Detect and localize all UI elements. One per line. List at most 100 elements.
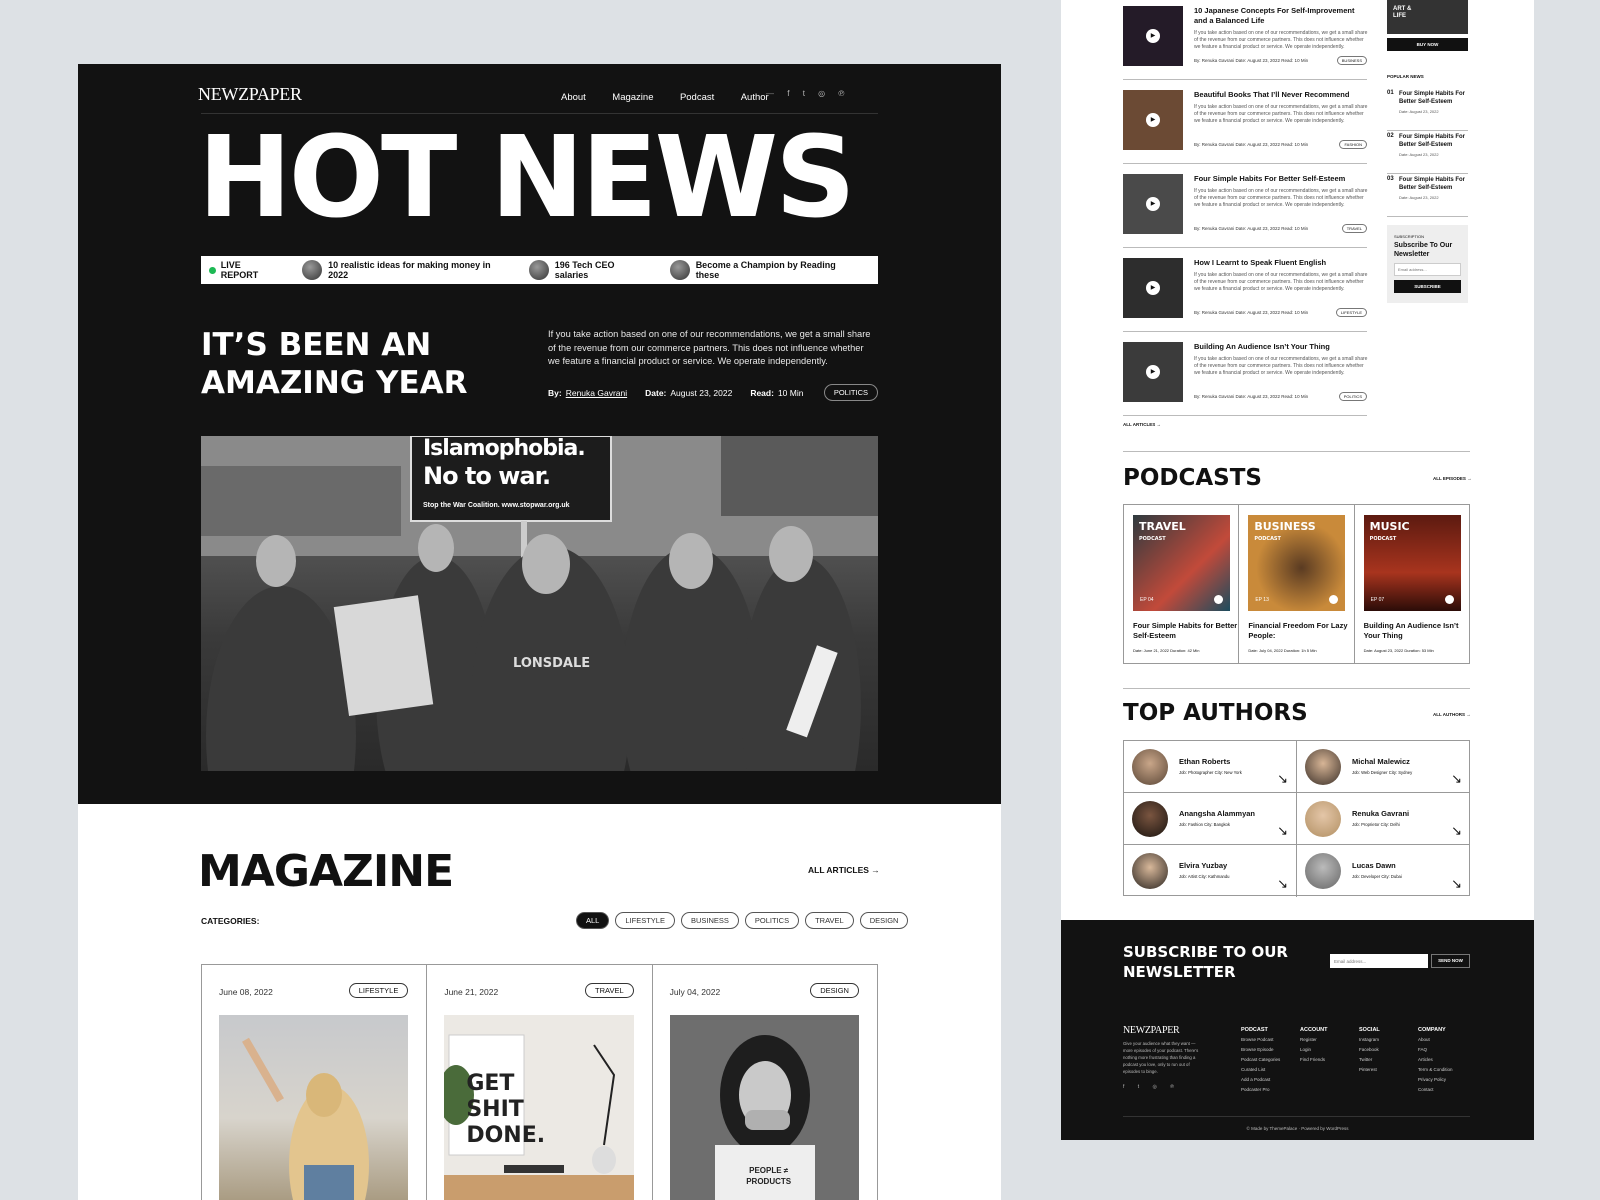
arrow-down-right-icon[interactable]: ↘ — [1451, 876, 1462, 892]
nav-podcast[interactable]: Podcast — [680, 92, 714, 103]
twitter-icon[interactable]: t — [803, 89, 805, 98]
popular-title[interactable]: Four Simple Habits For Better Self-Estee… — [1399, 90, 1469, 106]
ticker-item[interactable]: Become a Champion by Reading these — [669, 260, 854, 280]
article-tag[interactable]: LIFESTYLE — [1335, 308, 1367, 317]
footer-link[interactable]: Twitter — [1359, 1055, 1380, 1065]
subscribe-email-input[interactable] — [1394, 263, 1461, 276]
footer-logo[interactable]: NEWZPAPER — [1123, 1025, 1180, 1036]
footer-link[interactable]: Podcast Categories — [1241, 1055, 1280, 1065]
all-episodes-link[interactable]: ALL EPISODES → — [1433, 476, 1472, 481]
author-name[interactable]: Lucas Dawn — [1352, 861, 1396, 870]
author-card[interactable]: Anangsha Alammyan Job: Fashion City: Bang… — [1124, 793, 1297, 845]
popular-title[interactable]: Four Simple Habits For Better Self-Estee… — [1399, 176, 1469, 192]
author-card[interactable]: Michal Malewicz Job: Web Designer City: S… — [1297, 741, 1470, 793]
article-title[interactable]: Building An Audience Isn’t Your Thing — [1194, 342, 1369, 352]
footer-link[interactable]: Instagram — [1359, 1035, 1380, 1045]
article-list-item[interactable]: ▶ 10 Japanese Concepts For Self-Improvem… — [1123, 0, 1367, 80]
podcast-title[interactable]: Four Simple Habits for Better Self-Estee… — [1133, 621, 1238, 641]
ticker-item[interactable]: 196 Tech CEO salaries — [528, 260, 646, 280]
pinterest-icon[interactable]: ℗ — [838, 89, 844, 98]
author-card[interactable]: Ethan Roberts Job: Photographer City: New… — [1124, 741, 1297, 793]
footer-link[interactable]: Facebook — [1359, 1045, 1380, 1055]
card-tag[interactable]: DESIGN — [810, 983, 859, 998]
play-icon[interactable]: ▶ — [1146, 29, 1160, 43]
podcast-title[interactable]: Building An Audience Isn’t Your Thing — [1364, 621, 1469, 641]
footer-link[interactable]: Find Friends — [1300, 1055, 1328, 1065]
send-now-button[interactable]: SEND NOW — [1431, 954, 1470, 968]
play-icon[interactable]: ▶ — [1146, 281, 1160, 295]
play-icon[interactable]: ▶ — [1146, 197, 1160, 211]
author-card[interactable]: Renuka Gavrani Job: Proprietor City: Delh… — [1297, 793, 1470, 845]
facebook-icon[interactable]: f — [787, 89, 789, 98]
article-tag[interactable]: BUSINESS — [1336, 56, 1367, 65]
author-name[interactable]: Ethan Roberts — [1179, 757, 1230, 766]
article-title[interactable]: How I Learnt to Speak Fluent English — [1194, 258, 1369, 268]
footer-social-icons[interactable]: f t ◎ ℗ — [1123, 1084, 1180, 1090]
popular-title[interactable]: Four Simple Habits For Better Self-Estee… — [1399, 133, 1469, 149]
arrow-down-right-icon[interactable]: ↘ — [1451, 771, 1462, 787]
arrow-down-right-icon[interactable]: ↘ — [1277, 771, 1288, 787]
article-tag[interactable]: FASHION — [1339, 140, 1367, 149]
article-list-item[interactable]: ▶ Building An Audience Isn’t Your Thing … — [1123, 336, 1367, 416]
buy-now-button[interactable]: BUY NOW — [1387, 38, 1468, 51]
podcast-card[interactable]: TRAVEL PODCAST EP 04 Four Simple Habits f… — [1124, 505, 1240, 663]
all-articles-link[interactable]: ALL ARTICLES → — [808, 865, 880, 875]
play-icon[interactable]: ▶ — [1146, 113, 1160, 127]
podcast-card[interactable]: BUSINESS PODCAST EP 13 Financial Freedom … — [1239, 505, 1355, 663]
footer-link[interactable]: Contact — [1418, 1085, 1453, 1095]
card-tag[interactable]: LIFESTYLE — [348, 983, 409, 998]
footer-link[interactable]: Browse Podcast — [1241, 1035, 1280, 1045]
nav-magazine[interactable]: Magazine — [612, 92, 653, 103]
podcast-title[interactable]: Financial Freedom For Lazy People: — [1248, 621, 1353, 641]
footer-link[interactable]: FAQ — [1418, 1045, 1453, 1055]
category-travel[interactable]: TRAVEL — [805, 912, 854, 929]
footer-link[interactable]: Articles — [1418, 1055, 1453, 1065]
all-authors-link[interactable]: ALL AUTHORS → — [1433, 712, 1471, 717]
author-card[interactable]: Lucas Dawn Job: Developer City: Dubai ↘ — [1297, 845, 1470, 897]
category-design[interactable]: DESIGN — [859, 912, 909, 929]
category-lifestyle[interactable]: LIFESTYLE — [615, 912, 675, 929]
author-name[interactable]: Michal Malewicz — [1352, 757, 1410, 766]
tag-politics[interactable]: POLITICS — [823, 384, 878, 401]
play-icon[interactable] — [1444, 595, 1454, 604]
footer-link[interactable]: Term & Condition — [1418, 1065, 1453, 1075]
live-report[interactable]: LIVE REPORT — [209, 260, 278, 280]
footer-link[interactable]: About — [1418, 1035, 1453, 1045]
footer-link[interactable]: Podcaster Pro — [1241, 1085, 1280, 1095]
footer-link[interactable]: Browse Episode — [1241, 1045, 1280, 1055]
author-name[interactable]: Renuka Gavrani — [1352, 809, 1409, 818]
article-list-item[interactable]: ▶ Four Simple Habits For Better Self-Est… — [1123, 168, 1367, 248]
arrow-down-right-icon[interactable]: ↘ — [1277, 823, 1288, 839]
arrow-down-right-icon[interactable]: ↘ — [1277, 876, 1288, 892]
article-list-item[interactable]: ▶ How I Learnt to Speak Fluent English I… — [1123, 252, 1367, 332]
brand-logo[interactable]: NEWZPAPER — [198, 84, 302, 105]
article-tag[interactable]: POLITICS — [1338, 392, 1367, 401]
author-card[interactable]: Elvira Yuzbay Job: Artist City: Kathmandu… — [1124, 845, 1297, 897]
author-link[interactable]: Renuka Gavrani — [566, 388, 627, 398]
category-all[interactable]: ALL — [576, 912, 610, 929]
article-list-item[interactable]: ▶ Beautiful Books That I’ll Never Recomm… — [1123, 84, 1367, 164]
all-articles-link[interactable]: ALL ARTICLES → — [1123, 422, 1161, 427]
footer-link[interactable]: Register — [1300, 1035, 1328, 1045]
subscribe-button[interactable]: SUBSCRIBE — [1394, 280, 1461, 293]
featured-title[interactable]: IT’S BEEN AN AMAZING YEAR — [201, 326, 501, 402]
play-icon[interactable]: ▶ — [1146, 365, 1160, 379]
footer-link[interactable]: Add a Podcast — [1241, 1075, 1280, 1085]
popular-item[interactable]: 03 Four Simple Habits For Better Self-Est… — [1387, 174, 1468, 217]
magazine-card[interactable]: June 21, 2022 TRAVEL GET SHIT DONE. — [427, 965, 653, 1200]
magazine-card[interactable]: July 04, 2022 DESIGN PEOPLE ≠ PRODUCTS — [653, 965, 877, 1200]
nav-author[interactable]: Author — [741, 92, 769, 103]
popular-item[interactable]: 02 Four Simple Habits For Better Self-Est… — [1387, 131, 1468, 174]
footer-link[interactable]: Pinterest — [1359, 1065, 1380, 1075]
author-name[interactable]: Elvira Yuzbay — [1179, 861, 1227, 870]
footer-link[interactable]: Login — [1300, 1045, 1328, 1055]
podcast-card[interactable]: MUSIC PODCAST EP 07 Building An Audience … — [1355, 505, 1469, 663]
article-tag[interactable]: TRAVEL — [1341, 224, 1367, 233]
category-politics[interactable]: POLITICS — [744, 912, 800, 929]
card-tag[interactable]: TRAVEL — [585, 983, 634, 998]
footer-email-input[interactable] — [1330, 954, 1428, 968]
arrow-down-right-icon[interactable]: ↘ — [1451, 823, 1462, 839]
play-icon[interactable] — [1214, 595, 1223, 604]
category-business[interactable]: BUSINESS — [680, 912, 739, 929]
ticker-item[interactable]: 10 realistic ideas for making money in 2… — [302, 260, 505, 280]
